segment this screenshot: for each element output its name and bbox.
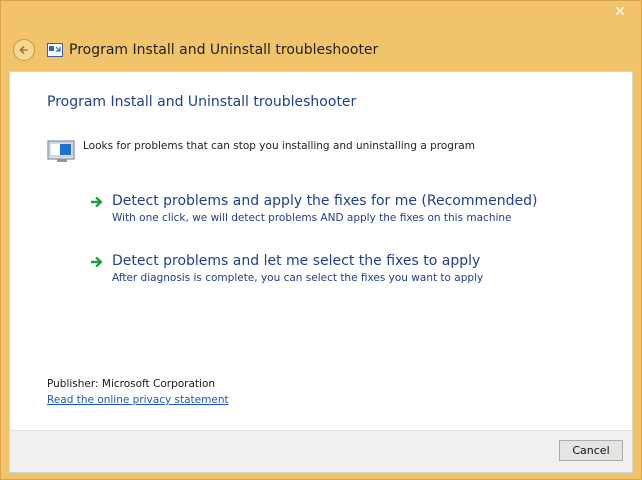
option-title: Detect problems and apply the fixes for … (112, 193, 538, 209)
close-icon: ✕ (614, 4, 626, 20)
troubleshooter-window: ✕ Program Install and Uninstall troubles… (0, 0, 642, 480)
option-title: Detect problems and let me select the fi… (112, 253, 481, 269)
description-text: Looks for problems that can stop you ins… (83, 140, 475, 152)
back-button[interactable] (13, 39, 35, 61)
description-row: Looks for problems that can stop you ins… (47, 138, 475, 164)
option-subtitle: After diagnosis is complete, you can sel… (112, 272, 484, 284)
back-arrow-icon (19, 46, 28, 54)
publisher-label: Publisher: Microsoft Corporation (47, 378, 216, 390)
option-select-fixes-manually[interactable]: Detect problems and let me select the fi… (90, 252, 483, 284)
option-subtitle: With one click, we will detect problems … (112, 212, 512, 224)
troubleshooter-app-icon (47, 43, 63, 57)
green-arrow-icon (91, 256, 103, 268)
cancel-button[interactable]: Cancel (559, 440, 623, 461)
computer-icon (47, 140, 75, 162)
green-arrow-icon (91, 196, 103, 208)
title-bar: Program Install and Uninstall troublesho… (9, 35, 633, 65)
privacy-statement-link[interactable]: Read the online privacy statement (47, 394, 229, 406)
close-button[interactable]: ✕ (605, 1, 635, 23)
option-apply-fixes-automatically[interactable]: Detect problems and apply the fixes for … (90, 192, 537, 224)
window-title: Program Install and Uninstall troublesho… (69, 42, 379, 58)
page-heading: Program Install and Uninstall troublesho… (47, 94, 357, 110)
footer-bar: Cancel (10, 430, 632, 472)
content-panel: Program Install and Uninstall troublesho… (9, 71, 633, 473)
